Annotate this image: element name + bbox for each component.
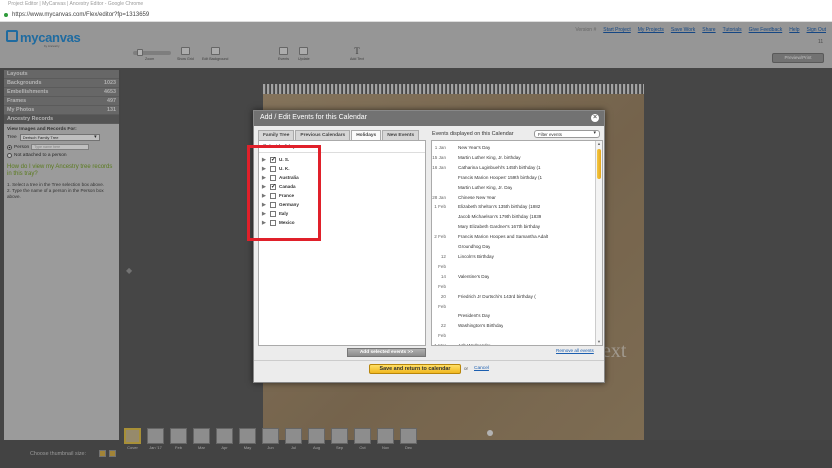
tab-holidays[interactable]: Holidays: [351, 130, 382, 140]
event-text: Ash Wednesday: [458, 343, 492, 346]
highlight-box: [247, 145, 321, 241]
event-row[interactable]: Mary Elizabeth Gardner's 167th birthday: [432, 222, 592, 232]
event-text: Martin Luther King, Jr. Day: [458, 184, 513, 190]
event-text: New Year's Day: [458, 145, 491, 150]
event-date: [432, 173, 458, 183]
event-row[interactable]: 15 Jan Martin Luther King, Jr. birthday: [432, 153, 592, 163]
screen: Project Editor | MyCanvas | Ancestry Edi…: [0, 0, 832, 468]
event-row[interactable]: Groundhog Day: [432, 242, 592, 252]
event-row[interactable]: 22 Feb Washington's Birthday: [432, 321, 592, 341]
event-text: Valentine's Day: [458, 273, 490, 279]
scroll-up-icon[interactable]: ▲: [596, 141, 602, 147]
event-row[interactable]: President's Day: [432, 311, 592, 321]
event-date: [432, 242, 458, 252]
event-date: 1 Jan: [434, 145, 446, 150]
scroll-down-icon[interactable]: ▼: [596, 339, 602, 345]
tab-previous-calendars[interactable]: Previous Calendars: [295, 130, 351, 140]
events-title: Events displayed on this Calendar: [432, 131, 514, 137]
event-row[interactable]: Francis Marion Hoopes' 159th birthday (1: [432, 173, 592, 183]
event-row[interactable]: 16 Jan Catharina Luginbuehl's 145th birth…: [432, 163, 592, 173]
event-text: Friedrich Jr Durtschi's 143rd birthday (: [458, 293, 536, 299]
event-text: Francis Marion Hoopes and Samantha Adalt: [458, 234, 549, 240]
event-text: Jacob Michaelson's 179th birthday (1839: [458, 214, 542, 220]
event-row[interactable]: 1 Mar Ash Wednesday: [432, 341, 592, 346]
address-bar[interactable]: https://www.mycanvas.com/Flex/editor?fp=…: [0, 9, 832, 22]
event-date: 15 Jan: [432, 154, 446, 160]
event-row[interactable]: 28 Jan Chinese New Year: [432, 193, 592, 203]
event-row[interactable]: 14 Feb Valentine's Day: [432, 272, 592, 292]
event-text: Mary Elizabeth Gardner's 167th birthday: [458, 224, 541, 230]
event-row[interactable]: 1 Feb Elizabeth Shelton's 135th birthday …: [432, 202, 592, 212]
events-scrollbar[interactable]: ▲ ▼: [595, 141, 602, 345]
event-text: Washington's Birthday: [458, 323, 504, 329]
event-text: Francis Marion Hoopes' 159th birthday (1: [458, 174, 543, 180]
secure-icon: [4, 13, 8, 17]
event-row[interactable]: 2 Feb Francis Marion Hoopes and Samantha …: [432, 232, 592, 242]
event-date: 16 Jan: [432, 164, 446, 170]
url-text[interactable]: https://www.mycanvas.com/Flex/editor?fp=…: [12, 12, 149, 18]
scroll-thumb[interactable]: [597, 149, 601, 179]
dialog-header: Add / Edit Events for this Calendar ×: [254, 111, 604, 126]
event-row[interactable]: 1 Jan New Year's Day: [432, 143, 592, 153]
event-date: [432, 212, 458, 222]
add-selected-events-button[interactable]: Add selected events >>: [347, 348, 426, 357]
events-panel: 1 Jan New Year's Day 15 Jan Martin Luther K…: [431, 140, 603, 346]
remove-all-events-link[interactable]: Remove all events: [556, 348, 594, 353]
close-icon[interactable]: ×: [591, 114, 599, 122]
event-date: 12 Feb: [438, 253, 446, 269]
event-date: 22 Feb: [438, 323, 446, 339]
cancel-link[interactable]: Cancel: [474, 366, 489, 371]
event-date: 14 Feb: [438, 273, 446, 289]
dialog-tabs: Family Tree Previous Calendars Holidays …: [258, 130, 420, 140]
save-and-return-button[interactable]: Save and return to calendar: [369, 364, 461, 374]
event-row[interactable]: 12 Feb Lincoln's Birthday: [432, 252, 592, 272]
events-list: 1 Jan New Year's Day 15 Jan Martin Luther K…: [432, 141, 592, 346]
event-date: 20 Feb: [438, 293, 446, 309]
event-text: Catharina Luginbuehl's 145th birthday (1: [458, 164, 541, 170]
event-date: [432, 311, 458, 321]
event-date: [432, 222, 458, 232]
tab-new-events[interactable]: New Events: [382, 130, 420, 140]
event-date: 1 Feb: [434, 204, 446, 210]
event-text: Elizabeth Shelton's 135th birthday (1882: [458, 204, 541, 210]
event-row[interactable]: 20 Feb Friedrich Jr Durtschi's 143rd birt…: [432, 292, 592, 312]
event-date: [432, 183, 458, 193]
or-label: or: [464, 366, 469, 371]
event-date: 2 Feb: [434, 234, 446, 240]
event-text: President's Day: [458, 313, 491, 319]
event-date: 1 Mar: [434, 343, 446, 346]
event-text: Lincoln's Birthday: [458, 253, 494, 259]
event-date: 28 Jan: [432, 194, 446, 200]
filter-events-select[interactable]: Filter events: [534, 130, 600, 138]
browser-title: Project Editor | MyCanvas | Ancestry Edi…: [0, 0, 832, 9]
event-row[interactable]: Jacob Michaelson's 179th birthday (1839: [432, 212, 592, 222]
dialog-footer: Save and return to calendar or Cancel: [254, 360, 604, 380]
event-row[interactable]: Martin Luther King, Jr. Day: [432, 183, 592, 193]
dialog-title: Add / Edit Events for this Calendar: [260, 114, 367, 121]
event-text: Groundhog Day: [458, 244, 491, 250]
event-text: Martin Luther King, Jr. birthday: [458, 154, 521, 160]
event-text: Chinese New Year: [458, 194, 496, 200]
tab-family-tree[interactable]: Family Tree: [258, 130, 295, 140]
